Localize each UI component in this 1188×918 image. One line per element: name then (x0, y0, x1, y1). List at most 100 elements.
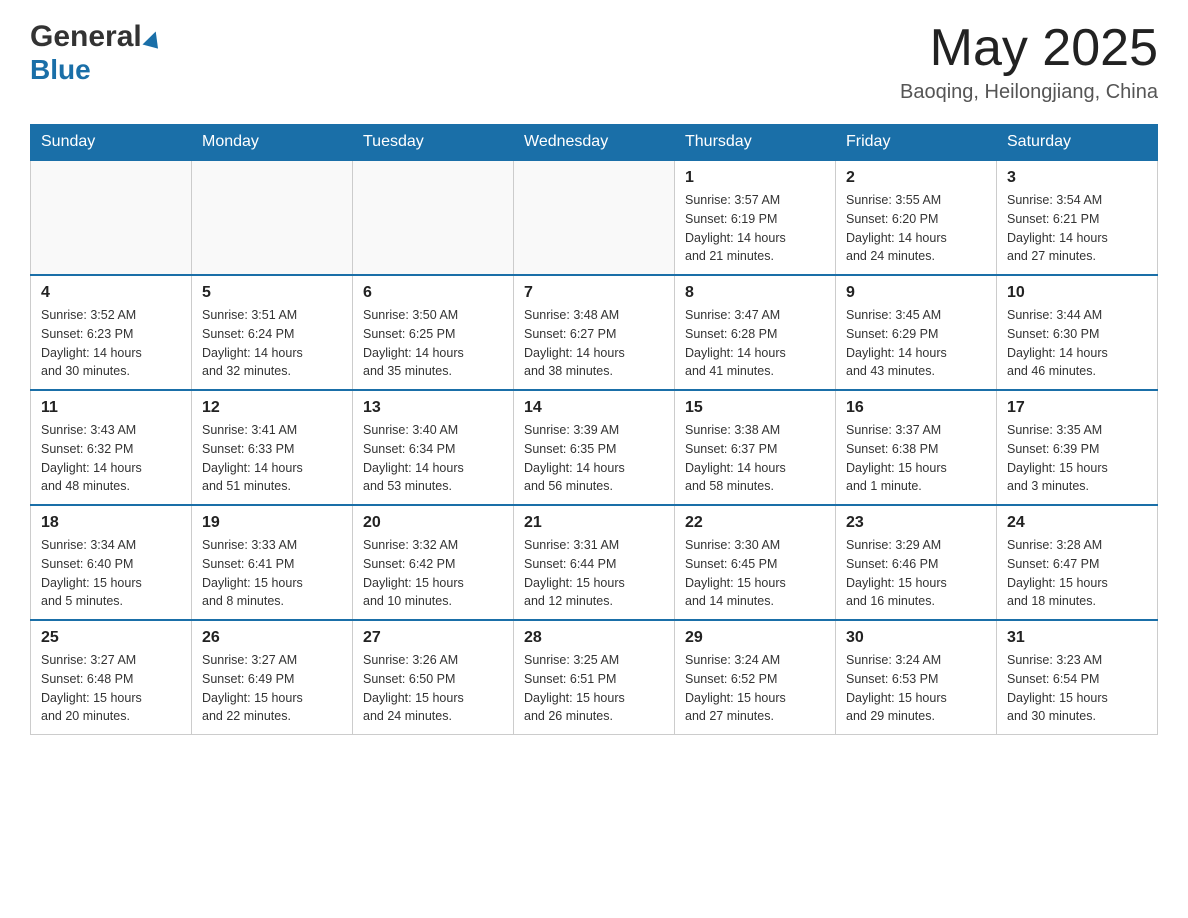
day-info: Sunrise: 3:55 AM Sunset: 6:20 PM Dayligh… (846, 191, 986, 266)
logo: General Blue (30, 20, 161, 86)
day-number: 7 (524, 284, 664, 302)
day-number: 12 (202, 399, 342, 417)
calendar-cell-week2-day7: 10Sunrise: 3:44 AM Sunset: 6:30 PM Dayli… (997, 275, 1158, 390)
weekday-header-monday: Monday (192, 125, 353, 161)
day-number: 1 (685, 169, 825, 187)
calendar-cell-week1-day1 (31, 160, 192, 275)
calendar-cell-week5-day2: 26Sunrise: 3:27 AM Sunset: 6:49 PM Dayli… (192, 620, 353, 735)
day-info: Sunrise: 3:45 AM Sunset: 6:29 PM Dayligh… (846, 306, 986, 381)
day-number: 4 (41, 284, 181, 302)
logo-blue-text: Blue (30, 54, 91, 86)
calendar-cell-week4-day7: 24 Sunrise: 3:28 AM Sunset: 6:47 PM Dayli… (997, 505, 1158, 620)
calendar-cell-week2-day4: 7 Sunrise: 3:48 AM Sunset: 6:27 PM Daylig… (514, 275, 675, 390)
calendar-week-row-3: 11 Sunrise: 3:43 AM Sunset: 6:32 PM Dayli… (31, 390, 1158, 505)
day-number: 22 (685, 514, 825, 532)
day-info: Sunrise: 3:24 AM Sunset: 6:53 PM Dayligh… (846, 651, 986, 726)
day-number: 24 (1007, 514, 1147, 532)
day-number: 31 (1007, 629, 1147, 647)
calendar-cell-week2-day3: 6 Sunrise: 3:50 AM Sunset: 6:25 PM Daylig… (353, 275, 514, 390)
day-info: Sunrise: 3:47 AM Sunset: 6:28 PM Dayligh… (685, 306, 825, 381)
calendar-cell-week4-day5: 22 Sunrise: 3:30 AM Sunset: 6:45 PM Dayli… (675, 505, 836, 620)
day-number: 10 (1007, 284, 1147, 302)
day-info: Sunrise: 3:37 AM Sunset: 6:38 PM Dayligh… (846, 421, 986, 496)
day-number: 11 (41, 399, 181, 417)
day-number: 18 (41, 514, 181, 532)
month-year-title: May 2025 (900, 20, 1158, 77)
day-info: Sunrise: 3:33 AM Sunset: 6:41 PM Dayligh… (202, 536, 342, 611)
calendar-cell-week2-day2: 5 Sunrise: 3:51 AM Sunset: 6:24 PM Daylig… (192, 275, 353, 390)
calendar-cell-week3-day1: 11 Sunrise: 3:43 AM Sunset: 6:32 PM Dayli… (31, 390, 192, 505)
calendar-cell-week4-day3: 20 Sunrise: 3:32 AM Sunset: 6:42 PM Dayli… (353, 505, 514, 620)
calendar-cell-week1-day2 (192, 160, 353, 275)
calendar-table: SundayMondayTuesdayWednesdayThursdayFrid… (30, 124, 1158, 735)
calendar-cell-week5-day7: 31 Sunrise: 3:23 AM Sunset: 6:54 PM Dayli… (997, 620, 1158, 735)
day-info: Sunrise: 3:57 AM Sunset: 6:19 PM Dayligh… (685, 191, 825, 266)
day-number: 14 (524, 399, 664, 417)
calendar-cell-week3-day4: 14Sunrise: 3:39 AM Sunset: 6:35 PM Dayli… (514, 390, 675, 505)
calendar-cell-week5-day5: 29Sunrise: 3:24 AM Sunset: 6:52 PM Dayli… (675, 620, 836, 735)
day-info: Sunrise: 3:43 AM Sunset: 6:32 PM Dayligh… (41, 421, 181, 496)
day-info: Sunrise: 3:51 AM Sunset: 6:24 PM Dayligh… (202, 306, 342, 381)
day-info: Sunrise: 3:41 AM Sunset: 6:33 PM Dayligh… (202, 421, 342, 496)
calendar-cell-week3-day3: 13 Sunrise: 3:40 AM Sunset: 6:34 PM Dayli… (353, 390, 514, 505)
weekday-header-thursday: Thursday (675, 125, 836, 161)
day-number: 27 (363, 629, 503, 647)
day-info: Sunrise: 3:54 AM Sunset: 6:21 PM Dayligh… (1007, 191, 1147, 266)
calendar-cell-week3-day6: 16 Sunrise: 3:37 AM Sunset: 6:38 PM Dayli… (836, 390, 997, 505)
day-info: Sunrise: 3:32 AM Sunset: 6:42 PM Dayligh… (363, 536, 503, 611)
day-info: Sunrise: 3:27 AM Sunset: 6:48 PM Dayligh… (41, 651, 181, 726)
day-number: 19 (202, 514, 342, 532)
day-info: Sunrise: 3:35 AM Sunset: 6:39 PM Dayligh… (1007, 421, 1147, 496)
calendar-cell-week4-day2: 19 Sunrise: 3:33 AM Sunset: 6:41 PM Dayli… (192, 505, 353, 620)
day-number: 23 (846, 514, 986, 532)
calendar-cell-week3-day5: 15 Sunrise: 3:38 AM Sunset: 6:37 PM Dayli… (675, 390, 836, 505)
weekday-header-tuesday: Tuesday (353, 125, 514, 161)
day-info: Sunrise: 3:28 AM Sunset: 6:47 PM Dayligh… (1007, 536, 1147, 611)
day-info: Sunrise: 3:24 AM Sunset: 6:52 PM Dayligh… (685, 651, 825, 726)
calendar-cell-week2-day1: 4 Sunrise: 3:52 AM Sunset: 6:23 PM Daylig… (31, 275, 192, 390)
calendar-cell-week1-day7: 3 Sunrise: 3:54 AM Sunset: 6:21 PM Daylig… (997, 160, 1158, 275)
day-number: 3 (1007, 169, 1147, 187)
day-info: Sunrise: 3:23 AM Sunset: 6:54 PM Dayligh… (1007, 651, 1147, 726)
logo-general-text: General (30, 20, 142, 54)
title-section: May 2025 Baoqing, Heilongjiang, China (900, 20, 1158, 104)
page-header: General Blue May 2025 Baoqing, Heilongji… (30, 20, 1158, 104)
weekday-header-row: SundayMondayTuesdayWednesdayThursdayFrid… (31, 125, 1158, 161)
day-info: Sunrise: 3:31 AM Sunset: 6:44 PM Dayligh… (524, 536, 664, 611)
calendar-week-row-2: 4 Sunrise: 3:52 AM Sunset: 6:23 PM Daylig… (31, 275, 1158, 390)
day-number: 15 (685, 399, 825, 417)
day-number: 5 (202, 284, 342, 302)
day-info: Sunrise: 3:26 AM Sunset: 6:50 PM Dayligh… (363, 651, 503, 726)
calendar-cell-week5-day6: 30 Sunrise: 3:24 AM Sunset: 6:53 PM Dayli… (836, 620, 997, 735)
day-info: Sunrise: 3:25 AM Sunset: 6:51 PM Dayligh… (524, 651, 664, 726)
calendar-week-row-5: 25 Sunrise: 3:27 AM Sunset: 6:48 PM Dayli… (31, 620, 1158, 735)
day-info: Sunrise: 3:40 AM Sunset: 6:34 PM Dayligh… (363, 421, 503, 496)
calendar-cell-week5-day1: 25 Sunrise: 3:27 AM Sunset: 6:48 PM Dayli… (31, 620, 192, 735)
calendar-week-row-1: 1 Sunrise: 3:57 AM Sunset: 6:19 PM Daylig… (31, 160, 1158, 275)
day-info: Sunrise: 3:29 AM Sunset: 6:46 PM Dayligh… (846, 536, 986, 611)
day-info: Sunrise: 3:50 AM Sunset: 6:25 PM Dayligh… (363, 306, 503, 381)
day-info: Sunrise: 3:30 AM Sunset: 6:45 PM Dayligh… (685, 536, 825, 611)
day-number: 28 (524, 629, 664, 647)
weekday-header-friday: Friday (836, 125, 997, 161)
calendar-cell-week2-day5: 8Sunrise: 3:47 AM Sunset: 6:28 PM Daylig… (675, 275, 836, 390)
calendar-cell-week2-day6: 9Sunrise: 3:45 AM Sunset: 6:29 PM Daylig… (836, 275, 997, 390)
day-number: 6 (363, 284, 503, 302)
day-info: Sunrise: 3:38 AM Sunset: 6:37 PM Dayligh… (685, 421, 825, 496)
calendar-cell-week1-day3 (353, 160, 514, 275)
calendar-cell-week5-day4: 28 Sunrise: 3:25 AM Sunset: 6:51 PM Dayli… (514, 620, 675, 735)
day-number: 25 (41, 629, 181, 647)
calendar-cell-week3-day2: 12 Sunrise: 3:41 AM Sunset: 6:33 PM Dayli… (192, 390, 353, 505)
day-number: 16 (846, 399, 986, 417)
calendar-cell-week3-day7: 17 Sunrise: 3:35 AM Sunset: 6:39 PM Dayli… (997, 390, 1158, 505)
day-info: Sunrise: 3:52 AM Sunset: 6:23 PM Dayligh… (41, 306, 181, 381)
day-info: Sunrise: 3:48 AM Sunset: 6:27 PM Dayligh… (524, 306, 664, 381)
calendar-cell-week4-day1: 18Sunrise: 3:34 AM Sunset: 6:40 PM Dayli… (31, 505, 192, 620)
day-number: 13 (363, 399, 503, 417)
day-number: 17 (1007, 399, 1147, 417)
day-number: 30 (846, 629, 986, 647)
day-number: 21 (524, 514, 664, 532)
day-number: 20 (363, 514, 503, 532)
weekday-header-sunday: Sunday (31, 125, 192, 161)
day-number: 26 (202, 629, 342, 647)
